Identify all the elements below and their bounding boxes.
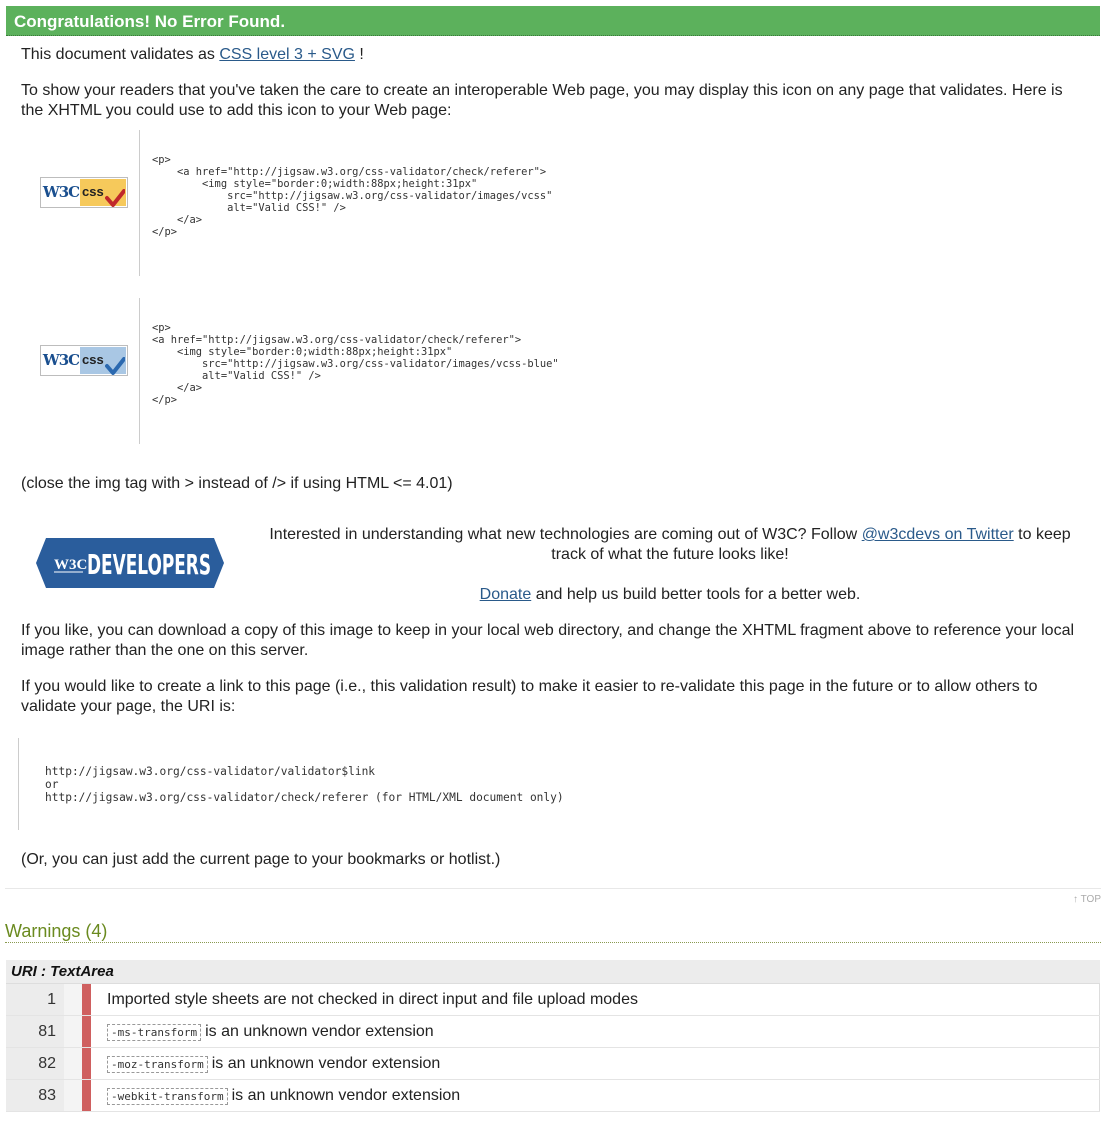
validates-prefix: This document validates as xyxy=(21,46,215,63)
donate-link[interactable]: Donate xyxy=(480,586,532,603)
success-banner: Congratulations! No Error Found. xyxy=(6,6,1100,36)
warning-text: is an unknown vendor extension xyxy=(211,1054,441,1072)
table-row: 1 Imported style sheets are not checked … xyxy=(6,984,1100,1016)
badge-blue-code-snippet: <p> <a href="http://jigsaw.w3.org/css-va… xyxy=(139,298,559,444)
uri-code-block: http://jigsaw.w3.org/css-validator/valid… xyxy=(18,738,618,830)
close-tag-note: (close the img tag with > instead of /> … xyxy=(21,475,453,492)
warning-marker xyxy=(82,984,91,1016)
checkmark-icon xyxy=(105,189,125,207)
developers-text-before: Interested in understanding what new tec… xyxy=(269,526,858,543)
line-number: 81 xyxy=(6,1015,64,1048)
warning-marker xyxy=(82,1047,91,1080)
donate-text: and help us build better tools for a bet… xyxy=(535,586,861,603)
warning-text: is an unknown vendor extension xyxy=(231,1086,461,1104)
valid-css-blue-badge: W3C css xyxy=(40,345,128,376)
warnings-table: 1 Imported style sheets are not checked … xyxy=(6,984,1100,1112)
line-number: 83 xyxy=(6,1079,64,1112)
link-note: If you would like to create a link to th… xyxy=(21,678,1038,715)
back-to-top-link[interactable]: ↑ TOP xyxy=(1073,894,1101,905)
validates-line: This document validates as CSS level 3 +… xyxy=(21,45,364,65)
logo-w3c-text: W3C xyxy=(54,557,87,573)
css-property-token: -moz-transform xyxy=(107,1055,208,1073)
warning-message: -webkit-transform is an unknown vendor ex… xyxy=(91,1079,1100,1112)
badge-code-snippet: <p> <a href="http://jigsaw.w3.org/css-va… xyxy=(139,130,552,276)
checkmark-icon xyxy=(105,357,125,375)
donate-paragraph: Donate and help us build better tools fo… xyxy=(264,585,1076,605)
warning-text: is an unknown vendor extension xyxy=(205,1022,434,1040)
w3c-logo-icon: W3C xyxy=(42,179,80,206)
warnings-heading: Warnings (4) xyxy=(5,920,1101,943)
table-row: 83 -webkit-transform is an unknown vendor… xyxy=(6,1079,1100,1112)
w3c-developers-logo[interactable]: W3C DEVELOPERS xyxy=(36,538,224,588)
css-property-token: -webkit-transform xyxy=(107,1087,228,1105)
warning-marker xyxy=(82,1015,91,1048)
line-number: 82 xyxy=(6,1047,64,1080)
w3c-logo-icon: W3C xyxy=(42,347,80,374)
warning-message: -ms-transform is an unknown vendor extens… xyxy=(91,1015,1100,1048)
line-number: 1 xyxy=(6,984,64,1016)
warning-message: Imported style sheets are not checked in… xyxy=(91,984,1100,1016)
divider xyxy=(5,888,1101,889)
validates-suffix: ! xyxy=(359,46,364,63)
table-row: 81 -ms-transform is an unknown vendor ext… xyxy=(6,1015,1100,1048)
uri-source-label: URI : TextArea xyxy=(6,960,1100,984)
table-row: 82 -moz-transform is an unknown vendor ex… xyxy=(6,1047,1100,1080)
download-note: If you like, you can download a copy of … xyxy=(21,622,1075,659)
valid-css-badge: W3C css xyxy=(40,177,128,208)
css-property-token: -ms-transform xyxy=(107,1023,202,1041)
logo-developers-text: DEVELOPERS xyxy=(87,548,211,581)
warning-message: -moz-transform is an unknown vendor exten… xyxy=(91,1047,1100,1080)
warning-marker xyxy=(82,1079,91,1112)
twitter-link[interactable]: @w3cdevs on Twitter xyxy=(862,526,1014,543)
bookmark-note: (Or, you can just add the current page t… xyxy=(21,851,501,868)
css-level-link[interactable]: CSS level 3 + SVG xyxy=(219,46,355,63)
warning-text: Imported style sheets are not checked in… xyxy=(107,990,638,1008)
developers-paragraph: Interested in understanding what new tec… xyxy=(264,525,1076,565)
intro-paragraph: To show your readers that you've taken t… xyxy=(21,82,1063,119)
